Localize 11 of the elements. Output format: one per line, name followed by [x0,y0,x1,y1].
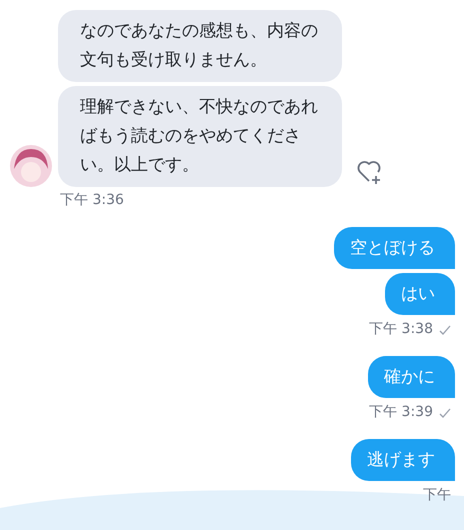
message-bubble: はい [385,273,455,315]
timestamp: 下午 3:36 [60,191,124,210]
timestamp: 下午 3:38 [369,320,433,339]
message-bubble: 空とぼける [334,227,455,269]
avatar[interactable] [10,145,52,187]
message-bubble: 確かに [368,356,455,398]
message-bubble: なのであなたの感想も、内容の文句も受け取りません。 [58,10,342,82]
message-bubble: 逃げます [351,439,455,481]
message-bubble: 理解できない、不快なのであればもう読むのをやめてください。以上です。 [58,86,342,187]
timestamp: 下午 3:39 [369,403,433,422]
timestamp: 下午 [423,486,451,505]
